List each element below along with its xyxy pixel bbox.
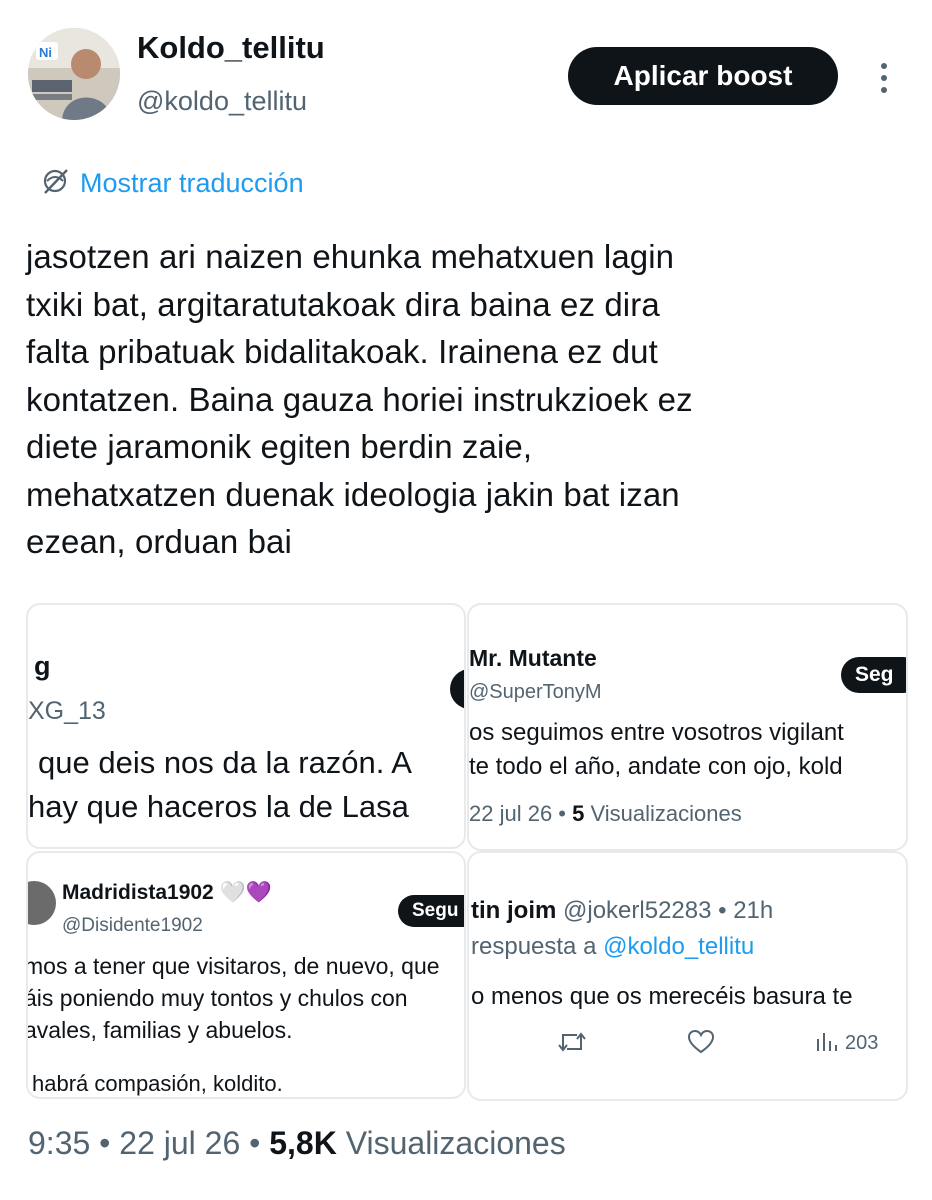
- tweet-line: jasotzen ari naizen ehunka mehatxuen lag…: [26, 238, 675, 275]
- panel4-name: tin joim: [471, 897, 557, 924]
- panel1-text-line: que deis nos da la razón. A: [38, 745, 412, 780]
- show-translation-link[interactable]: Mostrar traducción: [40, 166, 304, 201]
- panel3-name: Madridista1902 🤍💜: [62, 881, 272, 905]
- tweet-date[interactable]: 22 jul 26: [119, 1125, 240, 1161]
- panel3-handle: @Disidente1902: [62, 915, 203, 936]
- panel1-name: g: [34, 651, 51, 681]
- panel2-text-line: os seguimos entre vosotros vigilant: [469, 719, 844, 746]
- svg-text:Ni: Ni: [39, 45, 52, 60]
- separator: •: [249, 1125, 261, 1161]
- globe-translate-icon: [40, 166, 70, 201]
- attached-screenshot-2[interactable]: Mr. Mutante @SuperTonyM Seg os seguimos …: [467, 603, 908, 851]
- more-vertical-icon[interactable]: [874, 58, 894, 98]
- views-count: 5,8K: [269, 1125, 337, 1161]
- avatar-photo-icon: Ni: [28, 28, 120, 120]
- panel1-handle: XG_13: [28, 697, 106, 725]
- panel1-text-line: hay que haceros la de Lasa: [28, 789, 409, 824]
- panel3-text-line: mos a tener que visitaros, de nuevo, que: [26, 953, 440, 979]
- panel3-text-line: áis poniendo muy tontos y chulos con: [26, 985, 408, 1011]
- panel2-meta-views: 5: [572, 801, 585, 826]
- tweet-meta: 9:35 • 22 jul 26 • 5,8K Visualizaciones: [28, 1125, 566, 1162]
- panel4-reply-to: respuesta a @koldo_tellitu: [471, 933, 754, 961]
- panel4-views: 203: [815, 1029, 878, 1058]
- panel2-handle: @SuperTonyM: [469, 681, 602, 703]
- tweet-line: txiki bat, argitaratutakoak dira baina e…: [26, 285, 660, 323]
- panel3-follow-button: Segu: [398, 895, 464, 927]
- panel4-header: tin joim @jokerl52283 • 21h: [471, 897, 773, 925]
- tweet-line: falta pribatuak bidalitakoak. Irainena e…: [26, 333, 658, 370]
- panel2-meta-views-label: Visualizaciones: [584, 801, 742, 826]
- bar-chart-icon: [815, 1029, 839, 1058]
- panel2-meta-date: 22 jul 26 •: [469, 801, 573, 826]
- tweet-line: kontatzen. Baina gauza horiei instrukzio…: [26, 380, 693, 418]
- author-handle[interactable]: @koldo_tellitu: [137, 86, 307, 117]
- attached-screenshot-3[interactable]: Madridista1902 🤍💜 @Disidente1902 Segu mo…: [26, 851, 466, 1099]
- panel3-text-line: avales, familias y abuelos.: [26, 1017, 293, 1043]
- separator: •: [99, 1125, 111, 1161]
- attached-screenshot-4[interactable]: tin joim @jokerl52283 • 21h respuesta a …: [467, 851, 908, 1101]
- retweet-icon: [557, 1029, 587, 1060]
- panel3-avatar: [28, 881, 56, 925]
- tweet-line: diete jaramonik egiten berdin zaie,: [26, 428, 533, 465]
- panel4-views-count: 203: [845, 1032, 879, 1054]
- panel1-follow-button: [450, 669, 464, 709]
- panel3-emojis: 🤍💜: [219, 881, 272, 904]
- panel4-reply-prefix: respuesta a: [471, 933, 604, 960]
- panel2-name: Mr. Mutante: [469, 645, 597, 671]
- boost-button[interactable]: Aplicar boost: [568, 47, 838, 105]
- panel2-text-line: te todo el año, andate con ojo, kold: [469, 753, 843, 780]
- panel2-meta: 22 jul 26 • 5 Visualizaciones: [469, 801, 742, 827]
- heart-icon: [687, 1029, 715, 1060]
- panel4-reply-handle: @koldo_tellitu: [603, 933, 755, 960]
- views-label: Visualizaciones: [345, 1125, 566, 1161]
- panel4-text-line: o menos que os merecéis basura te: [471, 983, 853, 1010]
- tweet-text: jasotzen ari naizen ehunka mehatxuen lag…: [26, 233, 906, 566]
- tweet-line: ezean, orduan bai: [26, 523, 292, 560]
- tweet-line: mehatxatzen duenak ideologia jakin bat i…: [26, 475, 680, 513]
- panel2-follow-button: Seg: [841, 657, 906, 693]
- tweet-time[interactable]: 9:35: [28, 1125, 90, 1161]
- panel3-name-text: Madridista1902: [62, 881, 214, 904]
- attached-screenshot-1[interactable]: g XG_13 que deis nos da la razón. A hay …: [26, 603, 466, 849]
- author-display-name[interactable]: Koldo_tellitu: [137, 30, 325, 66]
- panel4-handle-time: @jokerl52283 • 21h: [563, 897, 774, 924]
- avatar[interactable]: Ni: [28, 28, 120, 120]
- show-translation-label: Mostrar traducción: [80, 168, 304, 198]
- panel3-text-line: habrá compasión, koldito.: [32, 1071, 283, 1096]
